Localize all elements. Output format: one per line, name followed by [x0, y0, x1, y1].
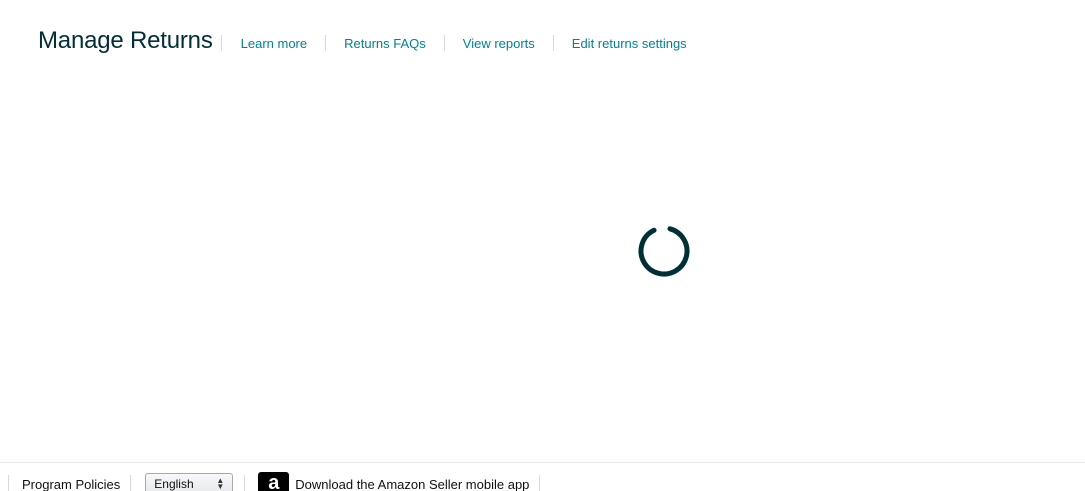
- learn-more-link[interactable]: Learn more: [222, 36, 325, 51]
- footer-divider: [244, 475, 246, 491]
- page-title: Manage Returns: [38, 27, 213, 54]
- returns-faqs-link[interactable]: Returns FAQs: [326, 36, 444, 51]
- view-reports-link[interactable]: View reports: [445, 36, 553, 51]
- footer-divider: [130, 475, 132, 491]
- select-arrows-icon: ▲ ▼: [216, 476, 225, 491]
- page-footer: Program Policies English ▲ ▼ a Download t…: [0, 462, 1085, 491]
- page-header: Manage Returns Learn more Returns FAQs V…: [38, 26, 705, 56]
- manage-returns-page: Manage Returns Learn more Returns FAQs V…: [0, 0, 1085, 491]
- language-select-value: English: [154, 477, 194, 491]
- language-select[interactable]: English ▲ ▼: [145, 473, 234, 491]
- edit-returns-settings-link[interactable]: Edit returns settings: [554, 36, 705, 51]
- amazon-a-icon[interactable]: a: [258, 472, 290, 491]
- loading-spinner-icon: [638, 225, 690, 277]
- footer-divider: [539, 475, 541, 491]
- footer-row: Program Policies English ▲ ▼ a Download t…: [0, 472, 541, 491]
- program-policies-link[interactable]: Program Policies: [22, 477, 120, 491]
- download-seller-app-link[interactable]: Download the Amazon Seller mobile app: [295, 477, 529, 491]
- header-nav: Learn more Returns FAQs View reports Edi…: [220, 35, 705, 51]
- footer-divider: [8, 475, 9, 491]
